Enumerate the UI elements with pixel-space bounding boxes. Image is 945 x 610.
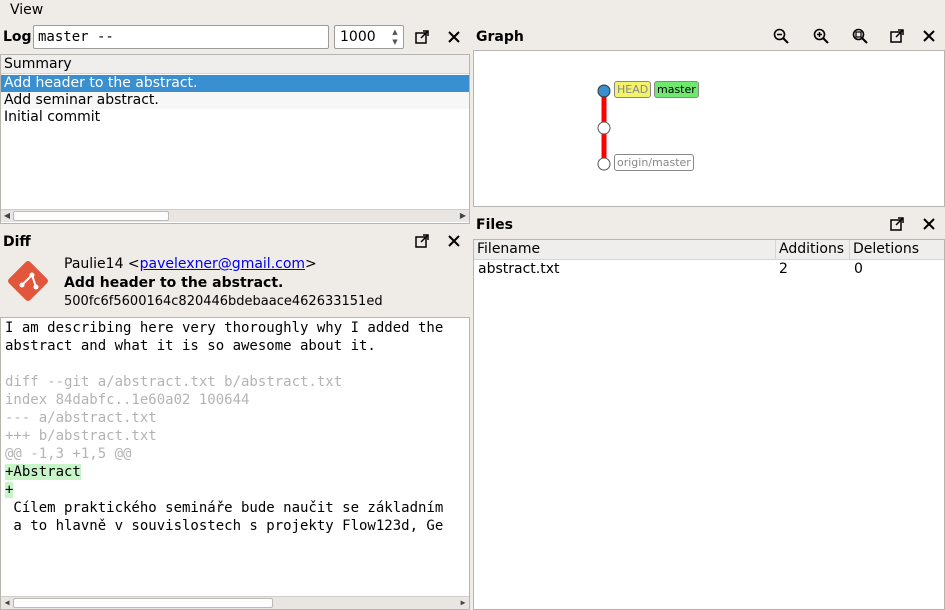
diff-line: --- a/abstract.txt <box>5 410 157 426</box>
zoom-fit-icon <box>852 28 868 44</box>
max-count-value: 1000 <box>340 29 376 45</box>
graph-canvas <box>597 84 611 171</box>
diff-line: index 84dabfc..1e60a02 100644 <box>5 392 250 408</box>
diff-line: Cílem praktického semináře bude naučit s… <box>5 500 444 516</box>
file-row-filename[interactable]: abstract.txt <box>475 261 562 277</box>
diff-horizontal-scrollbar[interactable]: ◀ ▶ <box>1 596 469 609</box>
scroll-right-icon[interactable]: ▶ <box>457 597 469 609</box>
log-panel-title: Log <box>3 29 32 45</box>
graph-node-head <box>597 84 611 98</box>
zoom-out-icon <box>773 28 789 44</box>
files-undock-button[interactable] <box>887 214 907 234</box>
graph-node <box>597 121 611 135</box>
diff-line: I am describing here very thoroughly why… <box>5 320 444 336</box>
max-count-spinbox[interactable]: 1000 ▲ ▼ <box>334 25 404 49</box>
zoom-in-button[interactable] <box>811 26 831 46</box>
scroll-left-icon[interactable]: ◀ <box>1 210 13 222</box>
file-row-deletions: 0 <box>854 261 863 277</box>
author-email-link[interactable]: pavelexner@gmail.com <box>140 256 305 272</box>
log-row[interactable]: Initial commit <box>1 109 469 126</box>
diff-text-view[interactable]: a to hlavně v souvislostech s projekty F… <box>0 317 470 610</box>
diff-close-button[interactable] <box>444 231 464 251</box>
diff-undock-button[interactable] <box>412 231 432 251</box>
graph-node <box>597 157 611 171</box>
undock-icon <box>890 29 904 43</box>
head-tag[interactable]: HEAD <box>614 81 652 98</box>
files-header-additions[interactable]: Additions <box>776 240 850 260</box>
log-row[interactable]: Add seminar abstract. <box>1 92 469 109</box>
files-panel-title: Files <box>476 217 513 233</box>
diff-line: +++ b/abstract.txt <box>5 428 157 444</box>
diff-line: abstract and what it is so awesome about… <box>5 338 376 354</box>
files-header-deletions[interactable]: Deletions <box>850 240 944 260</box>
undock-icon <box>415 234 429 248</box>
close-icon <box>448 31 460 43</box>
menu-bar: View <box>0 0 945 22</box>
diff-line: +Abstract <box>5 464 81 480</box>
master-branch-tag[interactable]: master <box>654 81 699 98</box>
log-close-button[interactable] <box>444 27 464 47</box>
scroll-thumb[interactable] <box>13 211 169 221</box>
diff-line: @@ -1,3 +1,5 @@ <box>5 446 132 462</box>
zoom-in-icon <box>813 28 829 44</box>
zoom-fit-button[interactable] <box>850 26 870 46</box>
origin-master-tag[interactable]: origin/master <box>614 154 694 171</box>
log-column-header[interactable]: Summary <box>1 55 469 74</box>
diff-line: diff --git a/abstract.txt b/abstract.txt <box>5 374 343 390</box>
diff-line: + <box>5 482 14 498</box>
close-icon <box>923 30 935 42</box>
git-cola-logo-icon <box>6 259 50 303</box>
files-table: Filename Additions Deletions abstract.tx… <box>473 239 945 610</box>
file-row-additions: 2 <box>779 261 788 277</box>
log-list: Summary Add header to the abstract. Add … <box>0 54 470 224</box>
zoom-out-button[interactable] <box>771 26 791 46</box>
undock-icon <box>890 217 904 231</box>
diff-line: a to hlavně v souvislostech s projekty F… <box>5 518 444 534</box>
scroll-left-icon[interactable]: ◀ <box>1 597 13 609</box>
files-header-filename[interactable]: Filename <box>474 240 776 260</box>
menu-view[interactable]: View <box>10 2 43 18</box>
commit-title: Add header to the abstract. <box>64 275 284 291</box>
scroll-thumb[interactable] <box>13 598 273 608</box>
log-row[interactable]: Add header to the abstract. <box>1 75 469 92</box>
log-filter-input[interactable] <box>33 25 329 49</box>
undock-icon <box>415 30 429 44</box>
log-undock-button[interactable] <box>412 27 432 47</box>
log-horizontal-scrollbar[interactable]: ◀ ▶ <box>1 209 469 222</box>
close-icon <box>448 235 460 247</box>
diff-panel-title: Diff <box>3 234 31 250</box>
close-icon <box>923 218 935 230</box>
graph-close-button[interactable] <box>919 26 939 46</box>
commit-sha: 500fc6f5600164c820446bdebaace462633151ed <box>64 294 383 309</box>
commit-author: Paulie14 <pavelexner@gmail.com> <box>64 256 317 272</box>
scroll-right-icon[interactable]: ▶ <box>457 210 469 222</box>
spin-arrows[interactable]: ▲ ▼ <box>388 27 402 47</box>
graph-panel-title: Graph <box>476 29 524 45</box>
commit-graph[interactable]: HEAD master origin/master <box>473 50 945 207</box>
files-close-button[interactable] <box>919 214 939 234</box>
graph-undock-button[interactable] <box>887 26 907 46</box>
